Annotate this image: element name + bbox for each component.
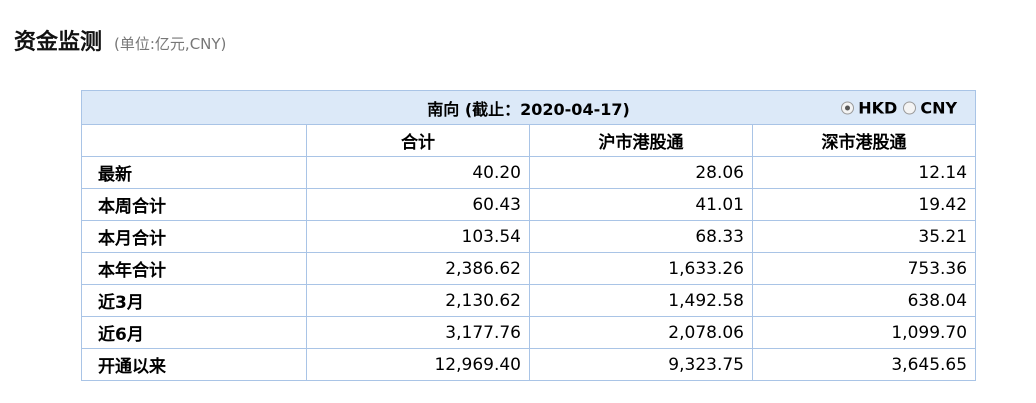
table-row: 本月合计 103.54 68.33 35.21 (81, 220, 977, 253)
shenzhen-cell: 638.04 (751, 284, 977, 317)
table-row: 开通以来 12,969.40 9,323.75 3,645.65 (81, 348, 977, 381)
table-row: 本周合计 60.43 41.01 19.42 (81, 188, 977, 221)
hkd-radio[interactable] (841, 101, 855, 114)
section-title: 资金监测 (14, 30, 103, 55)
row-label: 近3月 (81, 284, 307, 317)
total-cell: 12,969.40 (306, 348, 530, 381)
shanghai-cell: 1,633.26 (529, 252, 753, 285)
table-row: 近6月 3,177.76 2,078.06 1,099.70 (81, 316, 977, 349)
shenzhen-cell: 753.36 (751, 252, 977, 285)
shanghai-cell: 68.33 (529, 220, 753, 253)
table-row: 近3月 2,130.62 1,492.58 638.04 (81, 284, 977, 317)
column-header-empty (81, 124, 307, 157)
shanghai-cell: 2,078.06 (529, 316, 753, 349)
cny-label[interactable]: CNY (920, 98, 957, 117)
table-caption-cell: 南向 (截止：2020-04-17) HKD CNY (80, 90, 977, 125)
row-label: 本周合计 (81, 188, 307, 221)
shanghai-cell: 28.06 (529, 156, 753, 189)
column-header-total: 合计 (306, 124, 530, 157)
shenzhen-cell: 19.42 (751, 188, 977, 221)
shenzhen-cell: 12.14 (751, 156, 977, 189)
table-row: 最新 40.20 28.06 12.14 (81, 156, 977, 189)
shanghai-cell: 1,492.58 (529, 284, 753, 317)
fund-flow-table: 南向 (截止：2020-04-17) HKD CNY 合计 沪市港股通 深市港股… (80, 90, 977, 381)
total-cell: 40.20 (306, 156, 530, 189)
hkd-label[interactable]: HKD (858, 98, 897, 117)
currency-toggle: HKD CNY (841, 98, 957, 117)
row-label: 最新 (81, 156, 307, 189)
shanghai-cell: 41.01 (529, 188, 753, 221)
total-cell: 3,177.76 (306, 316, 530, 349)
unit-note: (单位:亿元,CNY) (114, 35, 227, 53)
total-cell: 103.54 (306, 220, 530, 253)
table-caption-row: 南向 (截止：2020-04-17) HKD CNY (80, 90, 977, 125)
shenzhen-cell: 1,099.70 (751, 316, 977, 349)
shenzhen-cell: 3,645.65 (751, 348, 977, 381)
section-heading: 资金监测 (单位:亿元,CNY) (14, 24, 226, 56)
column-header-shenzhen: 深市港股通 (751, 124, 977, 157)
row-label: 开通以来 (81, 348, 307, 381)
column-header-shanghai: 沪市港股通 (529, 124, 753, 157)
table-header-row: 合计 沪市港股通 深市港股通 (81, 124, 977, 157)
row-label: 本月合计 (81, 220, 307, 253)
row-label: 本年合计 (81, 252, 307, 285)
table-caption: 南向 (截止：2020-04-17) (427, 99, 630, 119)
shenzhen-cell: 35.21 (751, 220, 977, 253)
cny-radio[interactable] (903, 101, 917, 114)
shanghai-cell: 9,323.75 (529, 348, 753, 381)
total-cell: 2,386.62 (306, 252, 530, 285)
total-cell: 60.43 (306, 188, 530, 221)
row-label: 近6月 (81, 316, 307, 349)
page: 资金监测 (单位:亿元,CNY) 南向 (截止：2020-04-17) HKD … (0, 0, 1036, 403)
total-cell: 2,130.62 (306, 284, 530, 317)
table-row: 本年合计 2,386.62 1,633.26 753.36 (81, 252, 977, 285)
